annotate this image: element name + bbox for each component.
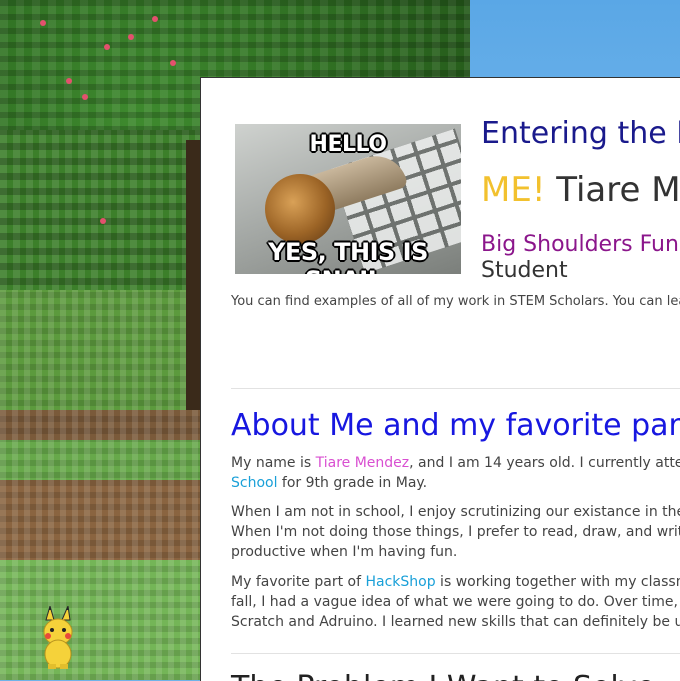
grass-block: [0, 290, 200, 430]
dirt-block: [0, 480, 200, 570]
hackshop-link[interactable]: HackShop: [365, 574, 435, 590]
pikachu-icon: [43, 606, 73, 669]
school-link-cont[interactable]: School: [231, 475, 277, 491]
text: Scratch and Adruino. I learned new skill…: [231, 614, 680, 630]
about-heading: About Me and my favorite parts: [231, 408, 680, 443]
snail-shell: [265, 174, 335, 244]
flower-petal: [152, 16, 158, 22]
about-paragraph-2: When I am not in school, I enjoy scrutin…: [231, 502, 680, 562]
grass-block: [0, 560, 200, 680]
role-label: Student: [481, 258, 568, 283]
meme-top-text: HELLO: [309, 132, 387, 157]
next-section-heading: The Problem I Want to Solve: [231, 670, 655, 681]
text: My favorite part of: [231, 574, 366, 590]
section-divider: [231, 653, 680, 654]
flower-petal: [128, 34, 134, 40]
flower-petal: [170, 60, 176, 66]
text: productive when I'm having fun.: [231, 544, 458, 560]
flower-petal: [66, 78, 72, 84]
flower-petal: [100, 218, 106, 224]
text: When I am not in school, I enjoy scrutin…: [231, 504, 680, 520]
page-title: Entering the Po: [481, 116, 680, 151]
title-me: ME!: [481, 170, 546, 210]
text: is working together with my classmates: [440, 574, 680, 590]
about-paragraph-1: My name is Tiare Mendez, and I am 14 yea…: [231, 453, 680, 493]
content-panel: HELLO YES, THIS IS SNAIL. Entering the P…: [200, 77, 680, 681]
section-divider: [231, 388, 680, 389]
organization-name: Big Shoulders Fun: [481, 232, 679, 257]
snail-meme-image: HELLO YES, THIS IS SNAIL.: [235, 124, 461, 274]
title-name: Tiare Me: [556, 170, 680, 210]
flower-petal: [82, 94, 88, 100]
text: , and I am 14 years old. I currently att…: [409, 455, 680, 471]
text: for 9th grade in May.: [277, 475, 428, 491]
text: My name is: [231, 455, 316, 471]
text: When I'm not doing those things, I prefe…: [231, 524, 680, 540]
name-highlight: Tiare Mendez: [315, 455, 410, 471]
intro-text: You can find examples of all of my work …: [231, 294, 680, 309]
about-paragraph-3: My favorite part of HackShop is working …: [231, 572, 680, 632]
meme-bottom-text: YES, THIS IS SNAIL.: [268, 238, 428, 274]
flower-petal: [40, 20, 46, 26]
page-subtitle: ME! Tiare Me: [481, 170, 680, 210]
text: fall, I had a vague idea of what we were…: [231, 594, 678, 610]
flower-petal: [104, 44, 110, 50]
